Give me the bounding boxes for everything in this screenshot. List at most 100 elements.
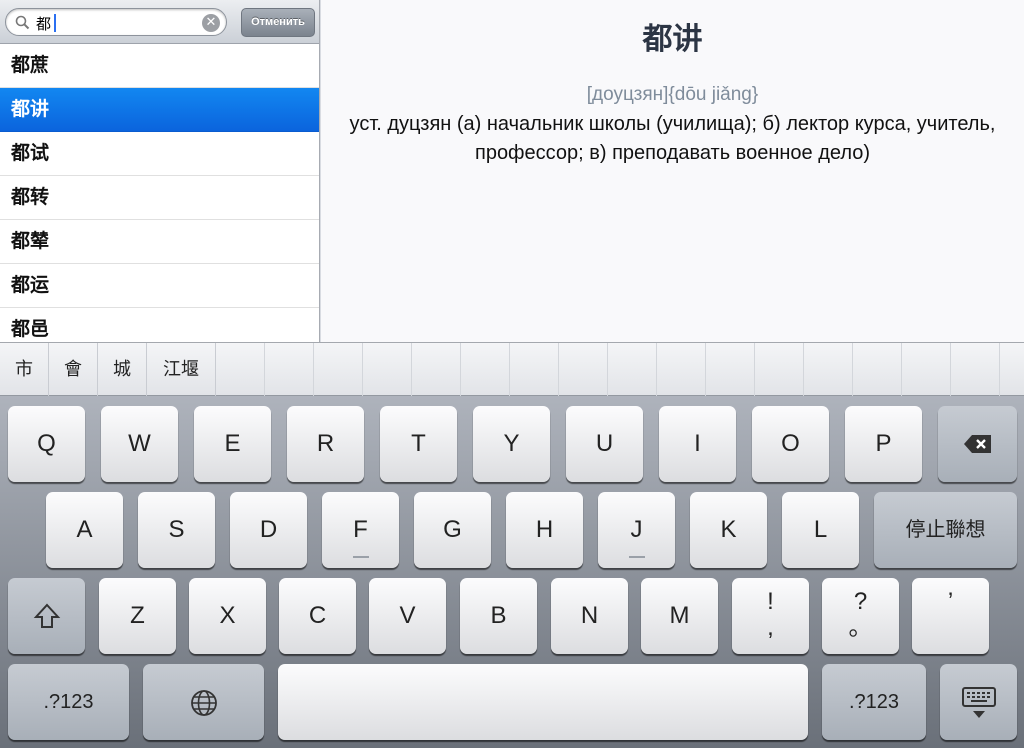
candidate-item[interactable]: 江堰 bbox=[147, 343, 216, 396]
backspace-icon bbox=[964, 435, 991, 453]
key-y[interactable]: Y bbox=[473, 406, 550, 482]
numbers-key-right[interactable]: .?123 bbox=[822, 664, 926, 740]
keyboard-dismiss-key[interactable] bbox=[940, 664, 1017, 740]
key-label-bottom: 。 bbox=[848, 614, 873, 641]
key-t[interactable]: T bbox=[380, 406, 457, 482]
key-s[interactable]: S bbox=[138, 492, 215, 568]
entry-definition: уст. дуцзян (а) начальник школы (училища… bbox=[349, 113, 996, 164]
key-label: .?123 bbox=[43, 691, 94, 713]
candidate-slot bbox=[363, 343, 412, 396]
key-r[interactable]: R bbox=[287, 406, 364, 482]
globe-key[interactable] bbox=[143, 664, 264, 740]
key-label: L bbox=[813, 516, 828, 543]
key-label: U bbox=[595, 430, 614, 457]
candidate-slot bbox=[902, 343, 951, 396]
key-l[interactable]: L bbox=[782, 492, 859, 568]
candidate-slot bbox=[510, 343, 559, 396]
shift-icon bbox=[33, 603, 61, 628]
key-label: K bbox=[720, 516, 737, 543]
key-e[interactable]: E bbox=[194, 406, 271, 482]
key-label: .?123 bbox=[848, 691, 900, 713]
key-b[interactable]: B bbox=[460, 578, 537, 654]
search-icon bbox=[15, 15, 30, 30]
key-label: B bbox=[490, 602, 507, 629]
candidate-slot bbox=[657, 343, 706, 396]
key-exclamation[interactable]: !, bbox=[732, 578, 809, 654]
key-label: T bbox=[411, 430, 426, 457]
key-label-top: ’ bbox=[947, 588, 954, 615]
key-u[interactable]: U bbox=[566, 406, 643, 482]
list-item-selected[interactable]: 都讲 bbox=[0, 88, 319, 132]
entry-detail: 都讲 [доуцзян]{dōu jiǎng} уст. дуцзян (а) … bbox=[321, 0, 1024, 342]
backspace-key[interactable] bbox=[938, 406, 1017, 482]
candidate-item[interactable]: 城 bbox=[98, 343, 147, 396]
key-label: S bbox=[168, 516, 185, 543]
search-input[interactable] bbox=[36, 13, 196, 33]
shift-key[interactable] bbox=[8, 578, 85, 654]
candidate-item[interactable]: 市 bbox=[0, 343, 49, 396]
candidate-item[interactable]: 會 bbox=[49, 343, 98, 396]
entry-title: 都讲 bbox=[642, 22, 703, 57]
sidebar: ✕ Отменить 都蔗 都讲 都试 都转 都辇 都运 都邑 bbox=[0, 0, 320, 342]
key-label: X bbox=[219, 602, 236, 629]
dictionary-app: ✕ Отменить 都蔗 都讲 都试 都转 都辇 都运 都邑 都讲 [доуц… bbox=[0, 0, 1024, 748]
search-field[interactable]: ✕ bbox=[5, 8, 227, 36]
key-z[interactable]: Z bbox=[99, 578, 176, 654]
list-item[interactable]: 都运 bbox=[0, 264, 319, 308]
candidate-slot bbox=[853, 343, 902, 396]
space-key[interactable] bbox=[278, 664, 808, 740]
key-g[interactable]: G bbox=[414, 492, 491, 568]
key-label: N bbox=[580, 602, 599, 629]
keyboard-dismiss-icon bbox=[962, 687, 996, 718]
list-item[interactable]: 都邑 bbox=[0, 308, 319, 342]
key-x[interactable]: X bbox=[189, 578, 266, 654]
key-label: Z bbox=[130, 602, 145, 629]
key-label: H bbox=[535, 516, 554, 543]
list-item[interactable]: 都辇 bbox=[0, 220, 319, 264]
key-i[interactable]: I bbox=[659, 406, 736, 482]
key-c[interactable]: C bbox=[279, 578, 356, 654]
key-apostrophe[interactable]: ’ bbox=[912, 578, 989, 654]
list-item[interactable]: 都试 bbox=[0, 132, 319, 176]
key-q[interactable]: Q bbox=[8, 406, 85, 482]
list-item[interactable]: 都转 bbox=[0, 176, 319, 220]
key-question[interactable]: ?。 bbox=[822, 578, 899, 654]
key-d[interactable]: D bbox=[230, 492, 307, 568]
globe-icon bbox=[191, 690, 217, 716]
key-label: E bbox=[224, 430, 241, 457]
key-label: W bbox=[128, 430, 151, 457]
entry-transcription: [доуцзян]{dōu jiǎng} bbox=[586, 84, 759, 105]
numbers-key[interactable]: .?123 bbox=[8, 664, 129, 740]
key-o[interactable]: O bbox=[752, 406, 829, 482]
list-item[interactable]: 都蔗 bbox=[0, 44, 319, 88]
home-row-bump bbox=[352, 556, 369, 558]
key-v[interactable]: V bbox=[369, 578, 446, 654]
cancel-button[interactable]: Отменить bbox=[241, 8, 315, 37]
candidate-slot bbox=[265, 343, 314, 396]
keyboard: Q W E R T Y U I O P A S D F G H J K L 停止… bbox=[0, 396, 1024, 748]
key-n[interactable]: N bbox=[551, 578, 628, 654]
key-h[interactable]: H bbox=[506, 492, 583, 568]
candidate-slot bbox=[608, 343, 657, 396]
key-p[interactable]: P bbox=[845, 406, 922, 482]
candidate-slot bbox=[804, 343, 853, 396]
key-label: Y bbox=[503, 430, 520, 457]
key-label-top: ? bbox=[853, 588, 868, 615]
stop-association-key[interactable]: 停止聯想 bbox=[874, 492, 1017, 568]
key-j[interactable]: J bbox=[598, 492, 675, 568]
candidate-slot bbox=[412, 343, 461, 396]
key-label: P bbox=[875, 430, 892, 457]
key-label: 停止聯想 bbox=[905, 519, 986, 541]
text-caret bbox=[54, 14, 56, 32]
key-a[interactable]: A bbox=[46, 492, 123, 568]
candidate-slot bbox=[951, 343, 1000, 396]
key-m[interactable]: M bbox=[641, 578, 718, 654]
key-w[interactable]: W bbox=[101, 406, 178, 482]
key-label-bottom: , bbox=[767, 614, 774, 641]
candidate-bar: 市 會 城 江堰 bbox=[0, 342, 1024, 396]
key-f[interactable]: F bbox=[322, 492, 399, 568]
clear-icon[interactable]: ✕ bbox=[202, 14, 220, 32]
key-k[interactable]: K bbox=[690, 492, 767, 568]
key-label: A bbox=[76, 516, 93, 543]
key-label: V bbox=[399, 602, 416, 629]
